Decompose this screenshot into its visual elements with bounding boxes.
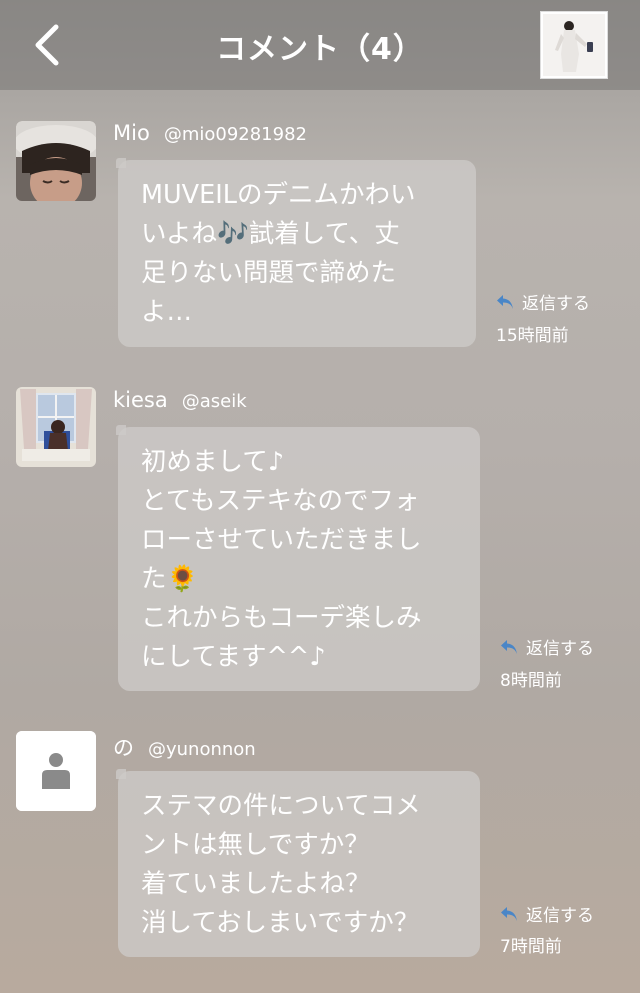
author-name[interactable]: の bbox=[113, 736, 134, 760]
comment-author: Mio @mio09281982 bbox=[113, 121, 307, 145]
author-name[interactable]: kiesa bbox=[113, 388, 168, 412]
reply-label: 返信する bbox=[522, 294, 590, 314]
comment-author: kiesa @aseik bbox=[113, 388, 247, 412]
default-user-icon bbox=[16, 731, 96, 811]
reply-arrow-icon bbox=[497, 294, 513, 309]
reply-button[interactable]: 返信する bbox=[500, 634, 594, 659]
avatar[interactable] bbox=[16, 731, 96, 811]
avatar[interactable] bbox=[16, 121, 96, 201]
reply-label: 返信する bbox=[526, 906, 594, 926]
author-handle[interactable]: @aseik bbox=[182, 391, 247, 412]
comment-bubble: MUVEILのデニムかわい いよね🎶試着して、丈 足りない問題で諦めた よ… bbox=[116, 158, 476, 347]
comment-author: の @yunonnon bbox=[113, 732, 256, 762]
window-photo-icon bbox=[16, 387, 96, 467]
reply-button[interactable]: 返信する bbox=[496, 289, 590, 314]
author-handle[interactable]: @yunonnon bbox=[148, 739, 256, 760]
comment-bubble: 初めまして♪ とてもステキなのでフォ ローさせていただきまし た🌻 これからもコ… bbox=[116, 425, 480, 691]
comment-bubble: ステマの件についてコメ ントは無しですか？ 着ていましたよね？ 消しておしまいで… bbox=[116, 769, 480, 957]
reply-arrow-icon bbox=[501, 639, 517, 654]
comment-time: 7時間前 bbox=[500, 937, 562, 957]
reply-arrow-icon bbox=[501, 906, 517, 921]
comment-time: 8時間前 bbox=[500, 671, 562, 691]
reply-label: 返信する bbox=[526, 639, 594, 659]
post-photo-icon bbox=[543, 14, 605, 76]
author-name[interactable]: Mio bbox=[113, 121, 150, 145]
avatar[interactable] bbox=[16, 387, 96, 467]
reply-button[interactable]: 返信する bbox=[500, 901, 594, 926]
header-bar: コメント（4） bbox=[0, 0, 640, 90]
author-handle[interactable]: @mio09281982 bbox=[164, 124, 307, 145]
post-thumbnail[interactable] bbox=[540, 11, 608, 79]
person-photo-icon bbox=[16, 121, 96, 201]
comment-time: 15時間前 bbox=[496, 326, 569, 346]
